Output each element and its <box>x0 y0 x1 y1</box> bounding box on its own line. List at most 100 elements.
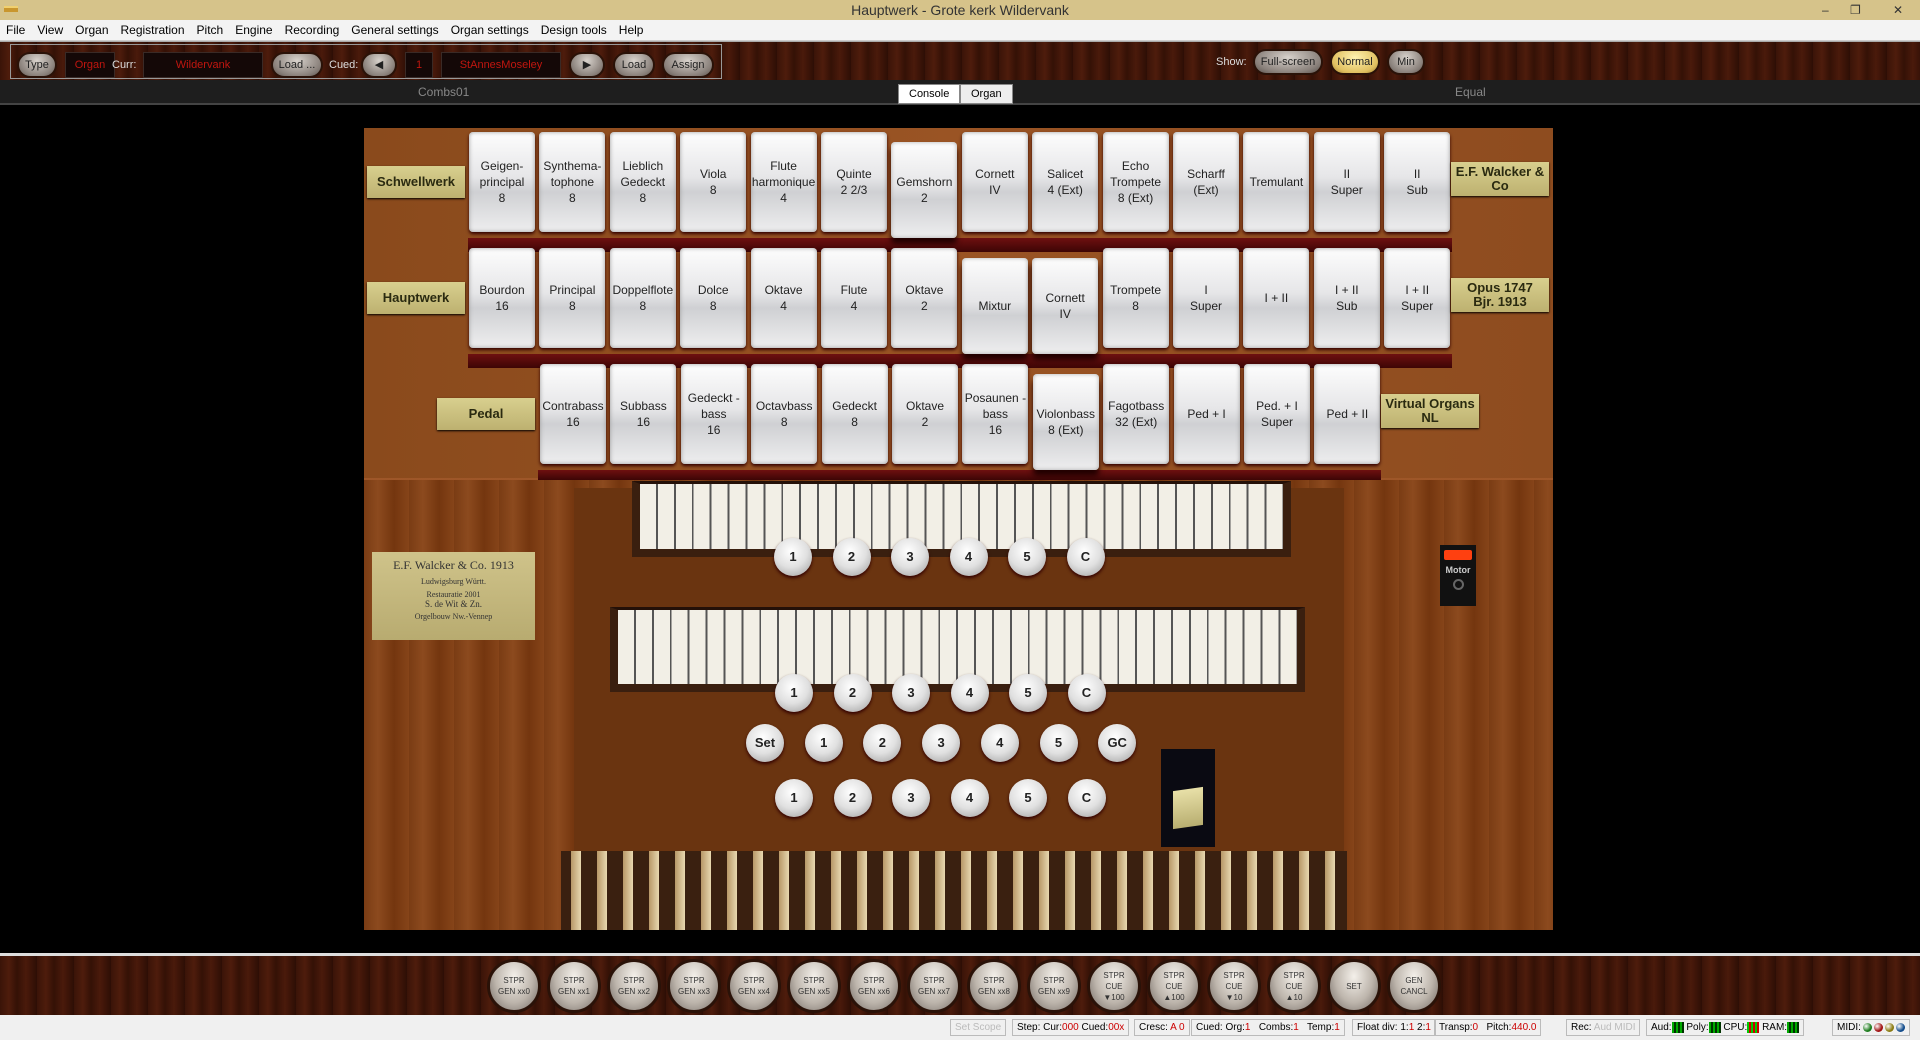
stop-tab[interactable]: Ped + II <box>1314 364 1381 464</box>
general-piston[interactable]: STPR CUE ▼10 <box>1207 959 1261 1013</box>
stop-tab[interactable]: Viola 8 <box>680 132 747 232</box>
close-button[interactable]: ✕ <box>1893 0 1903 20</box>
stop-tab[interactable]: II Super <box>1313 132 1380 232</box>
stop-tab[interactable]: I Super <box>1173 248 1239 348</box>
general-piston[interactable]: STPR GEN xx2 <box>607 959 661 1013</box>
stop-tab[interactable]: Dolce 8 <box>680 248 747 348</box>
menu-engine[interactable]: Engine <box>235 23 272 37</box>
stop-tab[interactable]: I + II Super <box>1384 248 1451 348</box>
stop-tab[interactable]: II Sub <box>1384 132 1451 232</box>
general-piston[interactable]: 1 <box>804 724 843 762</box>
stop-tab[interactable]: Gemshorn 2 <box>891 142 958 238</box>
stop-tab[interactable]: Oktave 4 <box>750 248 817 348</box>
upper-piston[interactable]: C <box>1066 538 1105 576</box>
toe-piston[interactable]: 5 <box>1009 779 1047 817</box>
stop-tab[interactable]: Ped + I <box>1173 364 1240 464</box>
general-piston[interactable]: STPR GEN xx7 <box>907 959 961 1013</box>
lower-piston[interactable]: 4 <box>950 674 989 712</box>
general-piston[interactable]: STPR CUE ▼100 <box>1087 959 1141 1013</box>
stop-tab[interactable]: Lieblich Gedeckt 8 <box>609 132 676 232</box>
menu-organ[interactable]: Organ <box>75 23 108 37</box>
stop-tab[interactable]: Echo Trompete 8 (Ext) <box>1102 132 1169 232</box>
general-piston[interactable]: STPR CUE ▲100 <box>1147 959 1201 1013</box>
general-piston[interactable]: STPR CUE ▲10 <box>1267 959 1321 1013</box>
stop-tab[interactable]: Violonbass 8 (Ext) <box>1032 374 1099 470</box>
toe-piston[interactable]: C <box>1067 779 1106 817</box>
stop-tab[interactable]: Bourdon 16 <box>469 248 535 348</box>
general-piston[interactable]: STPR GEN xx6 <box>847 959 901 1013</box>
upper-piston[interactable]: 1 <box>774 538 812 576</box>
menu-registration[interactable]: Registration <box>121 23 185 37</box>
stop-tab[interactable]: Principal 8 <box>539 248 606 348</box>
menu-organ-settings[interactable]: Organ settings <box>451 23 529 37</box>
general-piston[interactable]: STPR GEN xx5 <box>787 959 841 1013</box>
stop-tab[interactable]: Octavbass 8 <box>751 364 818 464</box>
stop-tab[interactable]: Fagotbass 32 (Ext) <box>1103 364 1170 464</box>
stop-tab[interactable]: Contrabass 16 <box>540 364 606 464</box>
general-piston[interactable]: 5 <box>1039 724 1078 762</box>
menu-design-tools[interactable]: Design tools <box>541 23 607 37</box>
show-min-button[interactable]: Min <box>1387 49 1425 75</box>
swell-pedal[interactable] <box>1161 749 1215 847</box>
stop-tab[interactable]: Oktave 2 <box>892 364 958 464</box>
lower-piston[interactable]: 3 <box>892 674 930 712</box>
general-piston[interactable]: 3 <box>922 724 961 762</box>
stop-tab[interactable]: Cornett IV <box>1032 258 1099 354</box>
general-piston[interactable]: STPR GEN xx4 <box>727 959 781 1013</box>
stop-tab[interactable]: Subbass 16 <box>610 364 677 464</box>
menu-file[interactable]: File <box>6 23 25 37</box>
stop-tab[interactable]: Synthema- tophone 8 <box>539 132 606 232</box>
previous-cued-button[interactable]: ◀ <box>361 52 397 78</box>
tab-organ[interactable]: Organ <box>960 84 1013 104</box>
stop-tab[interactable]: Quinte 2 2/3 <box>821 132 887 232</box>
stop-tab[interactable]: Doppelflote 8 <box>609 248 676 348</box>
maximize-button[interactable]: ❐ <box>1850 0 1861 20</box>
menu-pitch[interactable]: Pitch <box>197 23 224 37</box>
general-piston[interactable]: STPR GEN xx1 <box>547 959 601 1013</box>
stop-tab[interactable]: Flute harmonique 4 <box>750 132 817 232</box>
type-button[interactable]: Type <box>17 52 57 78</box>
upper-piston[interactable]: 3 <box>891 538 929 576</box>
show-fullscreen-button[interactable]: Full-screen <box>1253 49 1323 75</box>
general-piston[interactable]: GEN CANCL <box>1387 959 1441 1013</box>
general-piston[interactable]: STPR GEN xx0 <box>487 959 541 1013</box>
show-normal-button[interactable]: Normal <box>1330 49 1380 75</box>
general-piston[interactable]: 4 <box>980 724 1019 762</box>
menu-help[interactable]: Help <box>619 23 644 37</box>
stop-tab[interactable]: Gedeckt 8 <box>821 364 888 464</box>
stop-tab[interactable]: Ped. + I Super <box>1244 364 1310 464</box>
general-piston[interactable]: Set <box>746 724 784 762</box>
menu-view[interactable]: View <box>37 23 63 37</box>
menu-general-settings[interactable]: General settings <box>351 23 438 37</box>
stop-tab[interactable]: I + II <box>1243 248 1310 348</box>
motor-switch[interactable]: Motor <box>1440 545 1476 606</box>
toe-piston[interactable]: 1 <box>775 779 813 817</box>
stop-tab[interactable]: Mixtur <box>961 258 1028 354</box>
stop-tab[interactable]: Flute 4 <box>821 248 887 348</box>
general-piston[interactable]: STPR GEN xx3 <box>667 959 721 1013</box>
general-piston[interactable]: STPR GEN xx9 <box>1027 959 1081 1013</box>
lower-piston[interactable]: C <box>1067 674 1106 712</box>
upper-piston[interactable]: 5 <box>1008 538 1046 576</box>
stop-tab[interactable]: Trompete 8 <box>1102 248 1169 348</box>
stop-tab[interactable]: Gedeckt - bass 16 <box>680 364 747 464</box>
general-piston[interactable]: STPR GEN xx8 <box>967 959 1021 1013</box>
general-piston[interactable]: GC <box>1098 724 1137 762</box>
stop-tab[interactable]: Salicet 4 (Ext) <box>1032 132 1099 232</box>
stop-tab[interactable]: Cornett IV <box>961 132 1028 232</box>
general-piston[interactable]: SET <box>1327 959 1381 1013</box>
upper-piston[interactable]: 4 <box>949 538 988 576</box>
stop-tab[interactable]: Posaunen - bass 16 <box>962 364 1029 464</box>
pedalboard[interactable] <box>561 851 1347 930</box>
toe-piston[interactable]: 3 <box>892 779 930 817</box>
stop-tab[interactable]: I + II Sub <box>1313 248 1380 348</box>
minimize-button[interactable]: – <box>1822 0 1829 20</box>
stop-tab[interactable]: Geigen- principal 8 <box>469 132 535 232</box>
stop-tab[interactable]: Tremulant <box>1243 132 1310 232</box>
stop-tab[interactable]: Scharff (Ext) <box>1173 132 1239 232</box>
load-button[interactable]: Load <box>613 52 655 78</box>
toe-piston[interactable]: 4 <box>950 779 989 817</box>
tab-console[interactable]: Console <box>898 84 961 104</box>
toe-piston[interactable]: 2 <box>833 779 872 817</box>
load-organ-button[interactable]: Load ... <box>271 52 323 78</box>
